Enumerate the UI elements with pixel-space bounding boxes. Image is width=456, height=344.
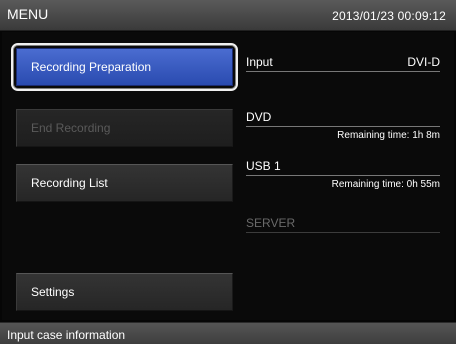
dvd-info: DVD Remaining time: 1h 8m (246, 110, 440, 141)
status-message: Input case information (7, 328, 126, 342)
recording-preparation-button[interactable]: Recording Preparation (16, 48, 233, 86)
server-label: SERVER (246, 216, 296, 230)
end-recording-label: End Recording (31, 121, 111, 135)
server-divider (246, 232, 440, 233)
dvd-label: DVD (246, 110, 272, 124)
dvd-divider (246, 126, 440, 127)
settings-button[interactable]: Settings (16, 273, 233, 311)
date-time-display: 2013/01/23 00:09:12 (332, 9, 446, 23)
recording-preparation-label: Recording Preparation (31, 60, 152, 74)
input-divider (246, 71, 440, 72)
usb-remaining-time: Remaining time: 0h 55m (331, 179, 440, 190)
screen-title: MENU (7, 6, 49, 22)
title-bar: MENU 2013/01/23 00:09:12 (0, 0, 456, 31)
input-info: Input DVI-D (246, 55, 440, 72)
usb-info: USB 1 Remaining time: 0h 55m (246, 159, 440, 190)
usb-label: USB 1 (246, 159, 281, 173)
recording-list-label[interactable]: Recording List (31, 176, 108, 190)
server-info: SERVER (246, 216, 440, 233)
usb-divider (246, 175, 440, 176)
end-recording-button: End Recording (16, 109, 233, 147)
menu-screen: MENU 2013/01/23 00:09:12 Recording Prepa… (0, 0, 456, 344)
input-value: DVI-D (407, 55, 440, 69)
recording-list-button[interactable]: Recording List (16, 164, 233, 202)
settings-label[interactable]: Settings (31, 285, 74, 299)
status-bar: Input case information (0, 322, 456, 344)
main-panel: Recording Preparation End Recording Reco… (2, 32, 454, 320)
dvd-remaining-time: Remaining time: 1h 8m (337, 130, 440, 141)
